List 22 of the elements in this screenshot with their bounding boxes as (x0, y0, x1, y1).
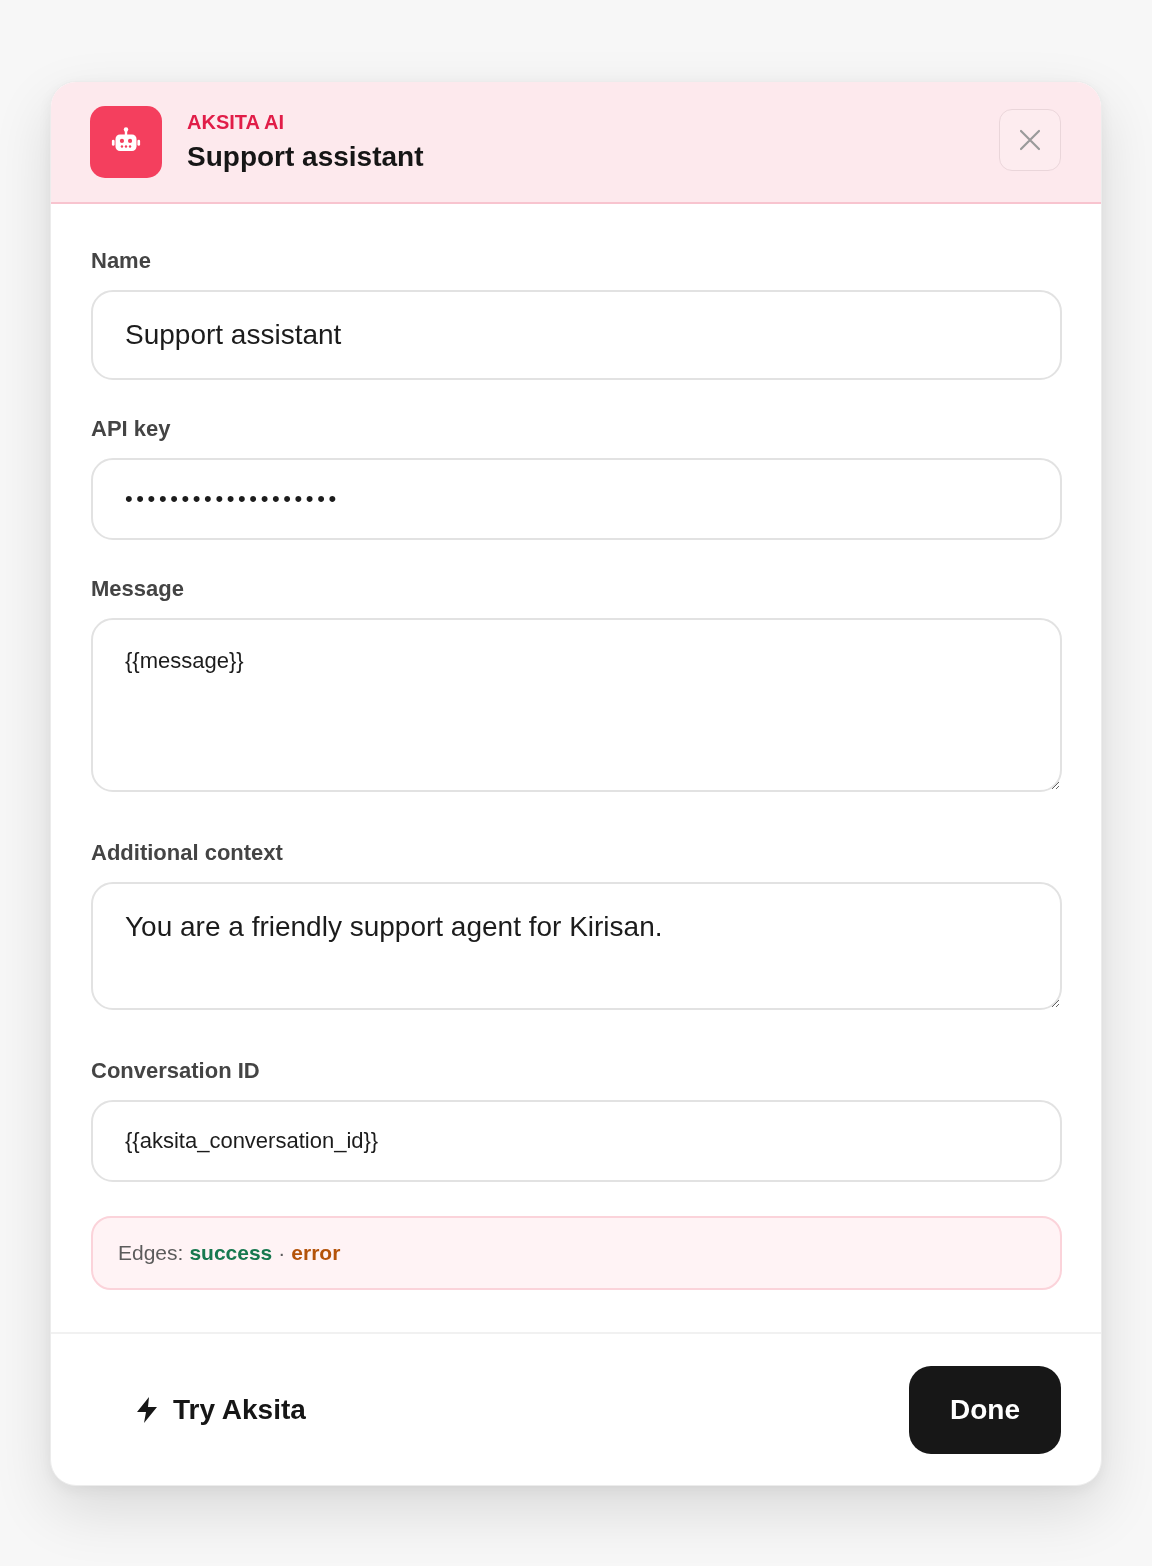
text-area-field[interactable]: You are a friendly support agent for Kirisan. (91, 882, 1062, 1010)
text-field[interactable]: Support assistant (91, 290, 1062, 380)
text-field[interactable]: {{aksita_conversation_id}} (91, 1100, 1062, 1182)
field-label: Conversation ID (91, 1058, 260, 1084)
edge-label: success (189, 1241, 273, 1265)
field-label: Name (91, 248, 151, 274)
dialog-title: Support assistant (187, 141, 425, 173)
robot-icon (90, 106, 162, 178)
edges-label: Edges: (118, 1241, 184, 1265)
try-button[interactable]: Try Aksita (113, 1365, 328, 1454)
field-label: Message (91, 576, 184, 602)
brand-label: AKSITA AI (187, 111, 286, 133)
done-button[interactable]: Done (909, 1365, 1061, 1454)
lightning-bolt-icon (135, 1396, 159, 1423)
field-label: API key (91, 416, 171, 442)
field-label: Additional context (91, 840, 283, 866)
close-icon (1019, 129, 1041, 151)
password-field[interactable]: ••••••••••••••••••• (91, 458, 1062, 540)
edge-label: error (291, 1241, 341, 1265)
close-button[interactable] (999, 109, 1061, 171)
separator-dot: · (278, 1241, 286, 1265)
text-area-field[interactable]: {{message}} (91, 618, 1062, 792)
